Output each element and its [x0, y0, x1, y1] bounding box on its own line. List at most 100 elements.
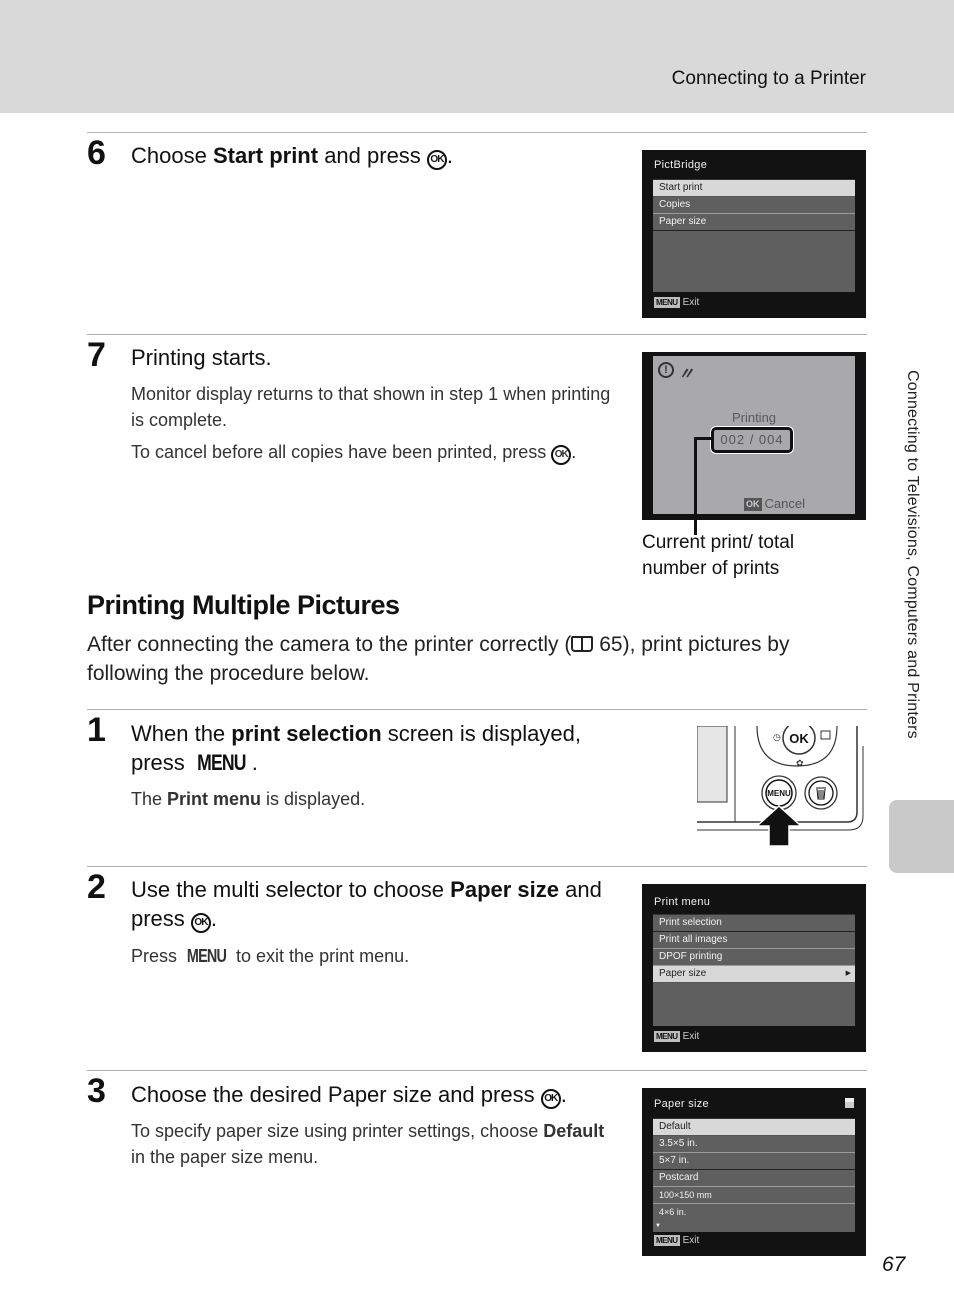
page-reference-link[interactable]: 65	[599, 633, 622, 656]
body-text: To cancel before all copies have been pr…	[131, 439, 611, 465]
menu-item-paper-size[interactable]: Paper size ▶	[653, 966, 855, 983]
print-menu-screen: Print menu Print selection Print all ima…	[642, 884, 866, 1052]
step-number: 1	[87, 711, 106, 749]
step-title: Choose the desired Paper size and press …	[131, 1080, 621, 1109]
step-number: 7	[87, 336, 106, 374]
step-title: Printing starts.	[131, 345, 272, 370]
chapter-side-tab-label: Connecting to Televisions, Computers and…	[904, 370, 921, 739]
menu-item-100x150mm[interactable]: 100×150 mm	[653, 1187, 855, 1204]
page-number: 67	[882, 1253, 906, 1276]
screen-inner: ! 〃 Printing 002 / 004 OK Cancel	[653, 356, 855, 514]
callout-line	[694, 437, 697, 535]
scroll-indicator-icon	[845, 1098, 854, 1108]
menu-item-paper-size[interactable]: Paper size	[653, 214, 855, 231]
book-reference-icon	[571, 636, 594, 652]
step-body: Monitor display returns to that shown in…	[131, 381, 611, 471]
menu-item-dpof-printing[interactable]: DPOF printing	[653, 949, 855, 966]
print-counter: 002 / 004	[710, 426, 794, 454]
menu-button-icon: MENU	[186, 946, 227, 966]
ok-button-icon: OK	[540, 1089, 561, 1109]
text: .	[560, 1082, 567, 1107]
menu-key-icon: MENU	[654, 297, 680, 308]
menu-key-icon: MENU	[654, 1031, 680, 1042]
text: in the paper size menu.	[131, 1147, 319, 1167]
menu-item-ref: Paper size	[450, 877, 559, 902]
divider	[87, 1070, 867, 1071]
text: is displayed.	[261, 789, 366, 809]
menu-item-print-selection[interactable]: Print selection	[653, 915, 855, 932]
camera-back-illustration: OK ◷ ✿ MENU	[697, 726, 864, 847]
text: The	[131, 789, 168, 809]
menu-item-start-print[interactable]: Start print	[653, 180, 855, 197]
menu-item-copies[interactable]: Copies	[653, 197, 855, 214]
menu-item-ref: Start print	[212, 143, 319, 168]
callout-line	[694, 437, 712, 440]
text: Choose	[131, 143, 213, 168]
option-ref: Default	[543, 1121, 605, 1141]
menu-item-3-5x5[interactable]: 3.5×5 in.	[653, 1136, 855, 1153]
scroll-down-icon: ▼	[655, 1223, 661, 1229]
text: .	[210, 906, 218, 931]
cancel-hint: OK Cancel	[744, 496, 805, 511]
text: to exit the print menu.	[231, 946, 410, 966]
screen-title: PictBridge	[654, 159, 708, 171]
text: To specify paper size using printer sett…	[131, 1121, 544, 1141]
text: Use the multi selector to choose	[131, 877, 451, 902]
screen-title: Paper size	[654, 1098, 709, 1110]
paper-size-screen: Paper size Default 3.5×5 in. 5×7 in. Pos…	[642, 1088, 866, 1256]
text: When the	[131, 721, 232, 746]
text: .	[251, 750, 258, 775]
macro-icon: ✿	[796, 759, 804, 769]
text: To cancel before all copies have been pr…	[131, 442, 552, 462]
ok-key-icon: OK	[744, 498, 762, 511]
press-arrow-icon	[755, 804, 803, 847]
text: .	[446, 143, 454, 168]
screen-footer: MENU Exit	[654, 1235, 699, 1246]
text: and press	[318, 143, 427, 168]
printing-screen: ! 〃 Printing 002 / 004 OK Cancel	[642, 352, 866, 520]
menu-item-postcard[interactable]: Postcard	[653, 1170, 855, 1187]
menu-ref: Print menu	[167, 789, 262, 809]
menu-item-print-all-images[interactable]: Print all images	[653, 932, 855, 949]
text: Press	[131, 946, 183, 966]
step-body: The Print menu is displayed.	[131, 786, 611, 812]
ok-button-icon: OK	[426, 150, 447, 170]
body-text: Monitor display returns to that shown in…	[131, 384, 611, 430]
menu-panel: Default 3.5×5 in. 5×7 in. Postcard 100×1…	[653, 1118, 855, 1232]
section-title: Printing Multiple Pictures	[87, 590, 400, 620]
section-intro: After connecting the camera to the print…	[87, 630, 847, 688]
exit-label: Exit	[682, 297, 700, 308]
pictbridge-icon: 〃	[678, 366, 695, 383]
submenu-arrow-icon: ▶	[845, 970, 851, 977]
text: Choose the desired Paper size and press	[131, 1082, 541, 1107]
text: After connecting the camera to the print…	[87, 633, 572, 656]
ok-button-label: OK	[789, 731, 809, 746]
divider	[87, 132, 867, 133]
step-number: 6	[87, 134, 106, 172]
menu-item-default[interactable]: Default	[653, 1119, 855, 1136]
warning-icon: !	[658, 362, 674, 378]
header-title: Connecting to a Printer	[671, 68, 866, 89]
menu-item-5x7[interactable]: 5×7 in.	[653, 1153, 855, 1170]
menu-key-icon: MENU	[654, 1235, 680, 1246]
camera-monitor	[697, 726, 728, 803]
exit-label: Exit	[682, 1031, 700, 1042]
divider	[87, 334, 867, 335]
step-number: 2	[87, 868, 106, 906]
menu-panel: Print selection Print all images DPOF pr…	[653, 914, 855, 1026]
self-timer-icon: ◷	[773, 733, 781, 743]
screen-ref: print selection	[231, 721, 382, 746]
cancel-label: Cancel	[764, 496, 805, 511]
step-body: To specify paper size using printer sett…	[131, 1118, 611, 1170]
callout-label: Current print/ total number of prints	[642, 532, 795, 579]
step-body: Press MENU to exit the print menu.	[131, 943, 611, 969]
chapter-side-tab	[889, 800, 954, 873]
menu-panel: Start print Copies Paper size	[653, 179, 855, 292]
menu-item-4x6[interactable]: 4×6 in.	[653, 1204, 855, 1221]
step-number: 3	[87, 1072, 106, 1110]
exit-label: Exit	[682, 1235, 700, 1246]
menu-item-label: Paper size	[659, 968, 707, 979]
step-title: Choose Start print and press OK.	[131, 141, 621, 170]
pictbridge-screen: PictBridge Start print Copies Paper size…	[642, 150, 866, 318]
step-title: Use the multi selector to choose Paper s…	[131, 875, 621, 933]
